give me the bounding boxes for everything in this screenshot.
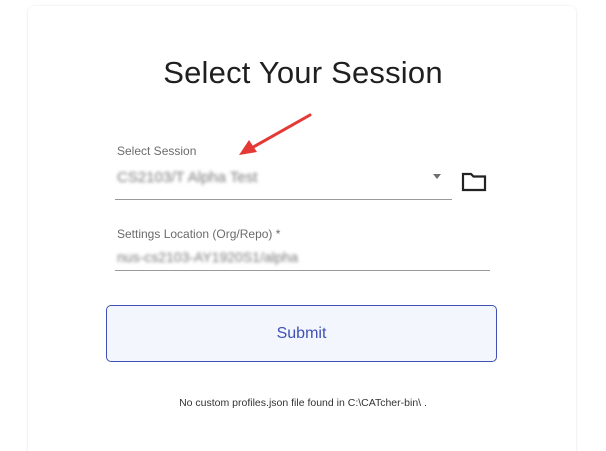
- settings-location-input[interactable]: nus-cs2103-AY1920S1/alpha: [117, 249, 298, 265]
- session-select-underline: [115, 199, 452, 200]
- profiles-footnote: No custom profiles.json file found in C:…: [179, 397, 427, 409]
- session-select-label: Select Session: [117, 144, 197, 158]
- settings-location-label: Settings Location (Org/Repo) *: [117, 227, 281, 241]
- submit-button[interactable]: Submit: [106, 305, 497, 362]
- chevron-down-icon[interactable]: [433, 174, 441, 179]
- settings-location-underline: [115, 270, 490, 271]
- arrow-annotation-icon: [239, 113, 312, 155]
- session-select-value[interactable]: CS2103/T Alpha Test: [117, 169, 257, 186]
- page-title: Select Your Session: [163, 55, 443, 90]
- page: Select Your Session Select Session CS210…: [0, 0, 606, 451]
- folder-icon[interactable]: [461, 172, 487, 192]
